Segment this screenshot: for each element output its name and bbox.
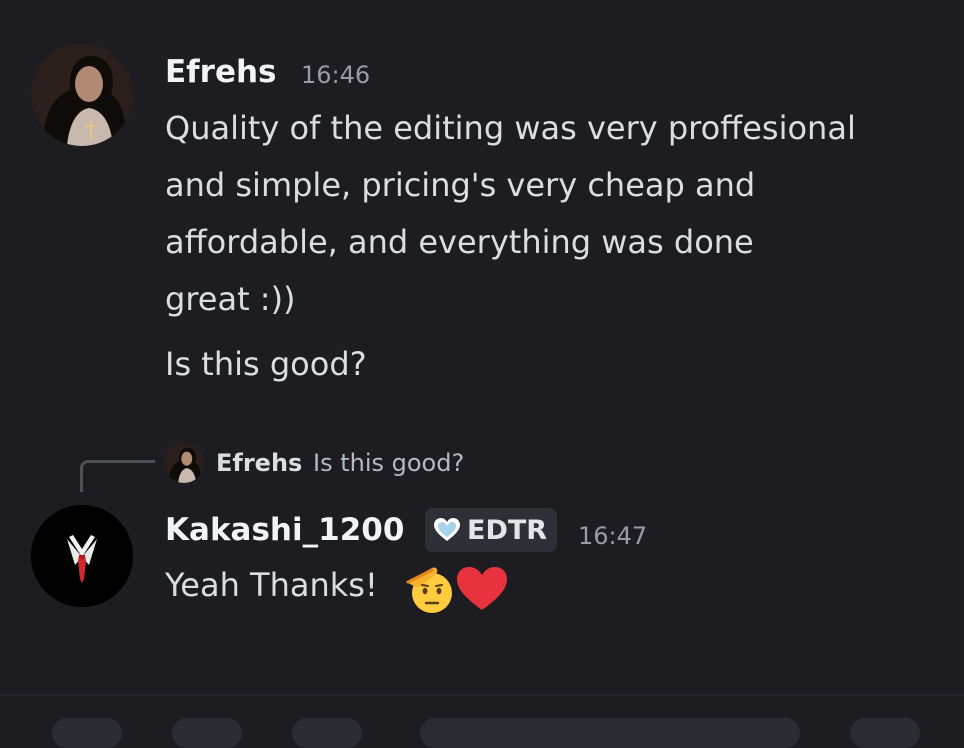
message-efrehs: Efrehs 16:46 Quality of the editing was …: [0, 0, 964, 420]
reply-avatar[interactable]: [164, 443, 204, 483]
user-avatar-photo-icon: [31, 44, 133, 146]
message-timestamp: 16:47: [578, 522, 648, 550]
efrehs-avatar[interactable]: [31, 44, 133, 146]
message-line: Quality of the editing was very proffesi…: [165, 109, 856, 147]
message-line: affordable, and everything was done: [165, 223, 754, 261]
saluting-face-emoji-icon: [406, 567, 452, 613]
composer-button[interactable]: [172, 718, 242, 748]
message-line: and simple, pricing's very cheap and: [165, 166, 756, 204]
message-author[interactable]: Kakashi_1200: [165, 512, 404, 548]
kakashi-avatar[interactable]: [31, 505, 133, 607]
reply-preview-text[interactable]: Is this good?: [313, 449, 464, 477]
reply-author[interactable]: Efrehs: [216, 449, 302, 477]
user-avatar-photo-icon: [164, 443, 204, 483]
composer-button[interactable]: [850, 718, 920, 748]
message-text: Yeah Thanks!: [165, 566, 378, 604]
message-input[interactable]: [420, 718, 800, 748]
message-followup: Is this good?: [165, 345, 367, 383]
composer-button[interactable]: [52, 718, 122, 748]
role-badge[interactable]: EDTR: [425, 508, 558, 552]
message-author[interactable]: Efrehs: [165, 54, 277, 90]
message-line: great :)): [165, 280, 296, 318]
message-timestamp: 16:46: [301, 61, 371, 89]
heart-badge-icon: [434, 518, 460, 541]
suit-tie-avatar-icon: [31, 505, 133, 607]
reply-spine-line: [80, 460, 155, 492]
composer-button[interactable]: [292, 718, 362, 748]
badge-label: EDTR: [467, 514, 548, 546]
red-heart-emoji-icon: [457, 567, 507, 610]
